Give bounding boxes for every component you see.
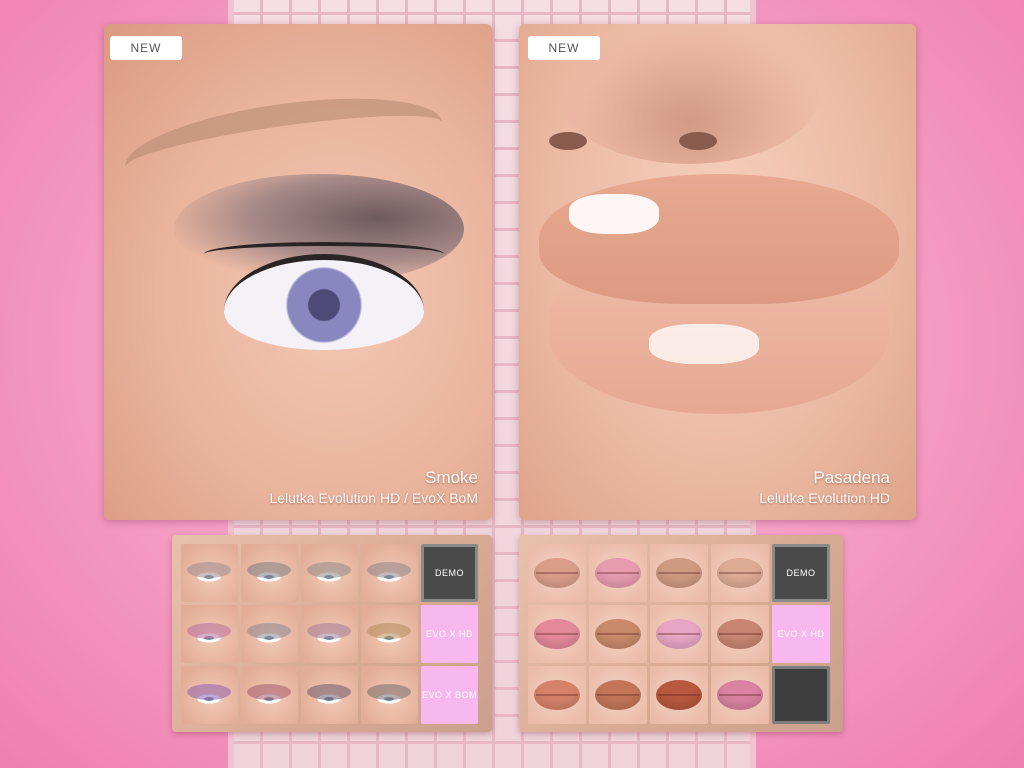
product-title: Pasadena — [813, 468, 890, 487]
new-badge: NEW — [110, 36, 182, 60]
pasadena-product-card[interactable]: NEW Pasadena Lelutka Evolution HD — [519, 24, 916, 520]
eyeshadow-swatch-panel: DEMO EVO X HD EVO X BOM — [172, 535, 492, 732]
eyeshadow-swatch-grid: DEMO EVO X HD EVO X BOM — [181, 544, 478, 724]
blank-button[interactable] — [772, 666, 830, 724]
eyeshadow-swatch[interactable] — [241, 666, 298, 724]
demo-button[interactable]: DEMO — [772, 544, 830, 602]
eyeshadow-swatch[interactable] — [181, 605, 238, 663]
lipstick-swatch[interactable] — [528, 605, 586, 663]
eyeshadow-swatch[interactable] — [241, 544, 298, 602]
product-caption: Smoke Lelutka Evolution HD / EvoX BoM — [269, 468, 478, 506]
product-subtitle: Lelutka Evolution HD / EvoX BoM — [269, 490, 478, 506]
lipstick-swatch[interactable] — [711, 544, 769, 602]
eyeshadow-swatch[interactable] — [301, 544, 358, 602]
evo-x-hd-button[interactable]: EVO X HD — [772, 605, 830, 663]
eyeshadow-swatch[interactable] — [361, 544, 418, 602]
lipstick-swatch[interactable] — [711, 666, 769, 724]
lipstick-swatch[interactable] — [528, 544, 586, 602]
lipstick-swatch[interactable] — [711, 605, 769, 663]
eyeshadow-swatch[interactable] — [301, 666, 358, 724]
nostril-illustration — [549, 132, 587, 150]
product-subtitle: Lelutka Evolution HD — [759, 490, 890, 506]
new-badge: NEW — [528, 36, 600, 60]
nostril-illustration — [679, 132, 717, 150]
lipstick-swatch-grid: DEMO EVO X HD — [528, 544, 830, 724]
eyeshadow-swatch[interactable] — [181, 666, 238, 724]
lipstick-swatch[interactable] — [589, 605, 647, 663]
eyeshadow-swatch[interactable] — [361, 605, 418, 663]
lipstick-swatch[interactable] — [589, 666, 647, 724]
smoke-product-card[interactable]: NEW Smoke Lelutka Evolution HD / EvoX Bo… — [104, 24, 492, 520]
product-title: Smoke — [425, 468, 478, 487]
evo-x-bom-button[interactable]: EVO X BOM — [421, 666, 478, 724]
eyeshadow-swatch[interactable] — [241, 605, 298, 663]
lipstick-swatch[interactable] — [650, 666, 708, 724]
eyelash-illustration — [204, 242, 444, 266]
lipstick-swatch[interactable] — [650, 605, 708, 663]
lipstick-swatch-panel: DEMO EVO X HD — [519, 535, 843, 732]
product-caption: Pasadena Lelutka Evolution HD — [759, 468, 890, 506]
lipstick-swatch[interactable] — [650, 544, 708, 602]
gloss-highlight — [569, 194, 659, 234]
eyeshadow-swatch[interactable] — [301, 605, 358, 663]
lipstick-swatch[interactable] — [528, 666, 586, 724]
eyeshadow-swatch[interactable] — [181, 544, 238, 602]
demo-button[interactable]: DEMO — [421, 544, 478, 602]
evo-x-hd-button[interactable]: EVO X HD — [421, 605, 478, 663]
upper-lip-illustration — [539, 174, 899, 304]
gloss-highlight — [649, 324, 759, 364]
lipstick-swatch[interactable] — [589, 544, 647, 602]
eyeshadow-swatch[interactable] — [361, 666, 418, 724]
